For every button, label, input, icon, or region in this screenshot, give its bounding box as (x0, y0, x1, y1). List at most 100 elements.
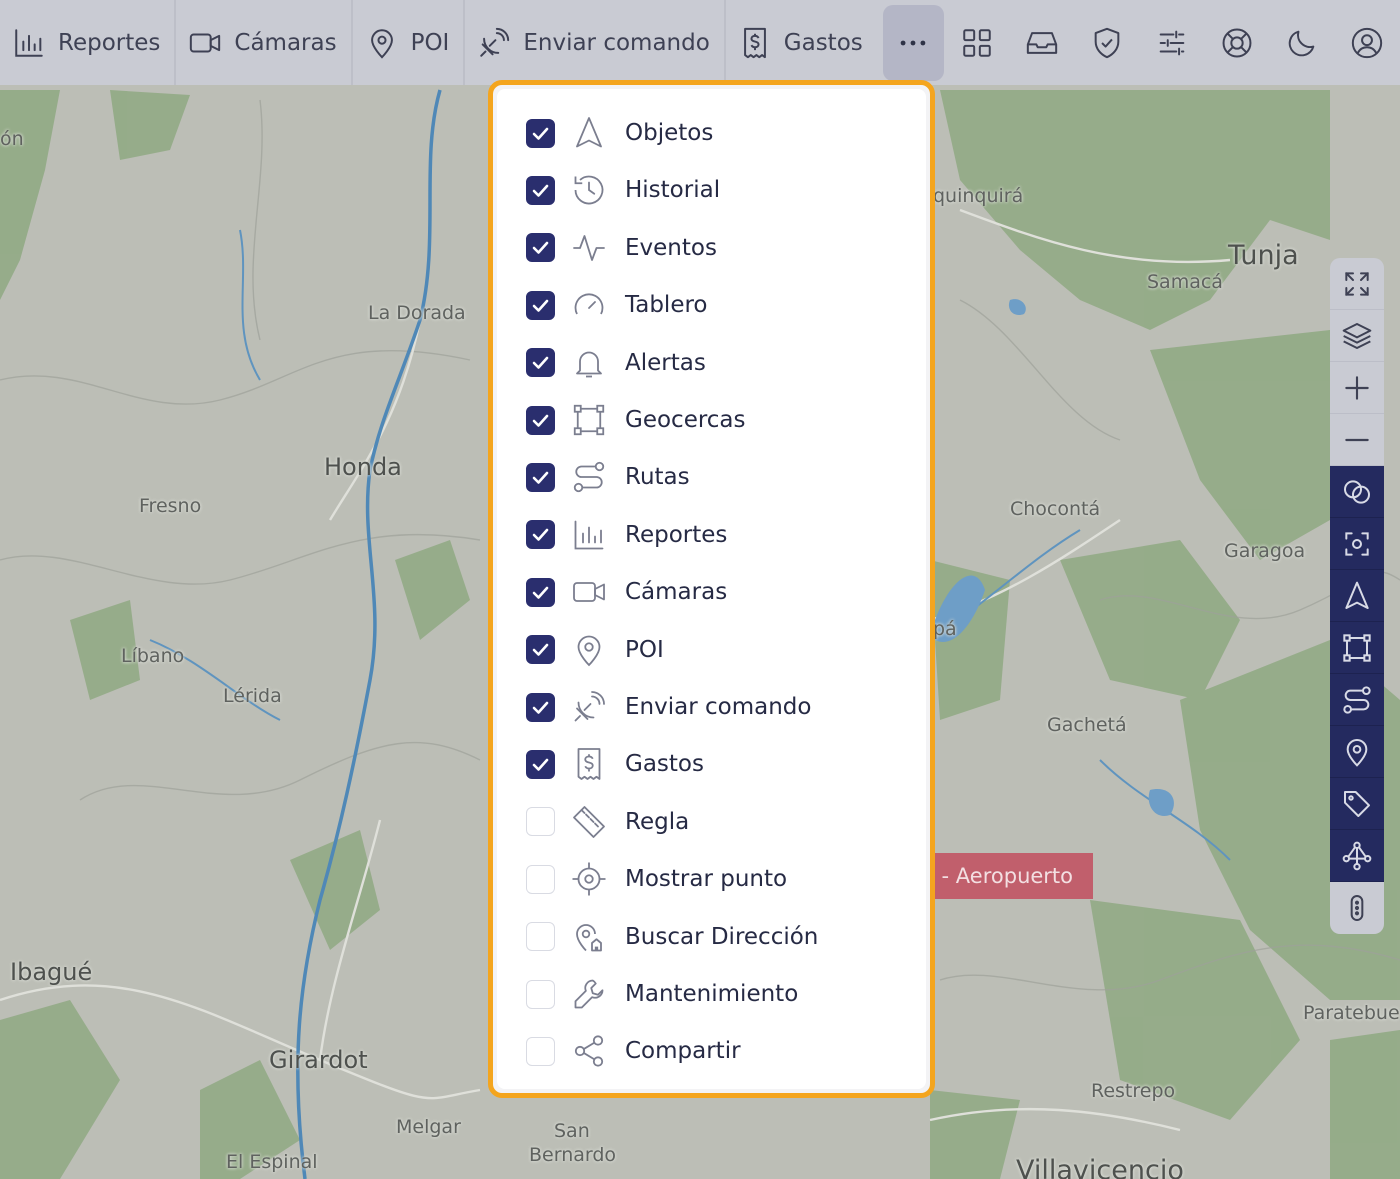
settings-button[interactable] (1140, 0, 1205, 85)
checkbox[interactable] (526, 290, 555, 320)
dropdown-item-label: POI (625, 636, 664, 663)
checkbox[interactable] (526, 864, 555, 894)
map-toggle-objects[interactable] (1330, 570, 1384, 622)
user-circle-icon (1352, 27, 1383, 58)
poi-marker-label[interactable]: a - Aeropuerto (926, 853, 1093, 899)
user-menu-button[interactable] (1335, 0, 1400, 85)
video-camera-icon (190, 33, 221, 52)
dropdown-item-label: Gastos (625, 751, 704, 778)
dropdown-item-regla[interactable]: Regla (497, 797, 926, 847)
moon-icon (1289, 30, 1315, 56)
checkbox[interactable] (526, 635, 555, 665)
map-toggle-geofences[interactable] (1330, 622, 1384, 674)
more-menu-button[interactable] (882, 4, 944, 81)
checkbox[interactable] (526, 692, 555, 722)
checkmark-icon (532, 528, 549, 542)
dropdown-item-label: Mostrar punto (625, 866, 788, 893)
dropdown-item-label: Eventos (625, 234, 717, 261)
fullscreen-button[interactable] (1330, 258, 1384, 310)
map-pin-icon (1346, 738, 1368, 767)
checkbox[interactable] (526, 807, 555, 837)
toolbar-item-camaras[interactable]: Cámaras (176, 0, 353, 85)
dropdown-item-geocercas[interactable]: Geocercas (497, 395, 926, 445)
toolbar-item-poi[interactable]: POI (353, 0, 466, 85)
dropdown-list: Objetos Historial Eventos Tablero Alertas Geo… (497, 89, 926, 1089)
layers-button[interactable] (1330, 310, 1384, 362)
dropdown-item-gastos[interactable]: Gastos (497, 739, 926, 789)
checkbox[interactable] (526, 348, 555, 378)
dropdown-item-mantenimiento[interactable]: Mantenimiento (497, 969, 926, 1019)
checkbox[interactable] (526, 175, 555, 205)
dropdown-item-enviar-comando[interactable]: Enviar comando (497, 682, 926, 732)
zoom-out-button[interactable] (1330, 414, 1384, 466)
dropdown-item-label: Historial (625, 177, 721, 204)
place-label: Bernardo (529, 1144, 617, 1166)
route-icon (571, 459, 607, 495)
checkbox[interactable] (526, 233, 555, 263)
place-label: Tunja (1228, 240, 1299, 271)
dropdown-item-label: Rutas (625, 464, 690, 491)
place-label: Chocontá (1010, 498, 1101, 520)
toolbar-item-enviar-comando[interactable]: Enviar comando (465, 0, 726, 85)
dropdown-item-buscar-dirección[interactable]: Buscar Dirección (497, 912, 926, 962)
checkmark-icon (532, 471, 549, 484)
toolbar-item-reportes[interactable]: Reportes (0, 0, 177, 85)
dropdown-item-mostrar-punto[interactable]: Mostrar punto (497, 854, 926, 904)
map-toggle-routes[interactable] (1330, 674, 1384, 726)
satellite-dish-icon (480, 27, 510, 57)
geofence-icon (571, 402, 607, 438)
grid-icon (963, 28, 992, 57)
toolbar-item-label: POI (410, 29, 450, 56)
checkbox[interactable] (526, 462, 555, 492)
map-toggle-circles[interactable] (1330, 466, 1384, 518)
checkbox[interactable] (526, 749, 555, 779)
dropdown-item-poi[interactable]: POI (497, 625, 926, 675)
map-toggle-focus[interactable] (1330, 518, 1384, 570)
inbox-button[interactable] (1010, 0, 1075, 85)
apps-button[interactable] (945, 0, 1010, 85)
place-label: Villavicencio (1016, 1155, 1184, 1179)
map-toggle-poi[interactable] (1330, 726, 1384, 778)
dropdown-item-label: Alertas (625, 349, 706, 376)
wrench-icon (571, 976, 607, 1012)
dropdown-item-tablero[interactable]: Tablero (497, 280, 926, 330)
zoom-in-button[interactable] (1330, 362, 1384, 414)
dropdown-item-historial[interactable]: Historial (497, 165, 926, 215)
dropdown-item-eventos[interactable]: Eventos (497, 223, 926, 273)
map-toggle-network[interactable] (1330, 830, 1384, 882)
route-icon (1343, 685, 1371, 714)
place-label: pá (933, 618, 957, 640)
security-button[interactable] (1075, 0, 1140, 85)
satellite-dish-icon (571, 689, 607, 725)
dark-mode-button[interactable] (1270, 0, 1335, 85)
checkbox[interactable] (526, 577, 555, 607)
ruler-icon (571, 804, 607, 840)
toolbar-item-gastos[interactable]: Gastos (726, 0, 877, 85)
checkmark-icon (532, 414, 549, 427)
bell-icon (571, 345, 607, 381)
place-label: Restrepo (1091, 1080, 1176, 1102)
dropdown-item-objetos[interactable]: Objetos (497, 108, 926, 158)
shield-check-icon (1095, 27, 1120, 58)
map-more-button[interactable] (1330, 882, 1384, 934)
dropdown-item-reportes[interactable]: Reportes (497, 510, 926, 560)
dropdown-item-alertas[interactable]: Alertas (497, 338, 926, 388)
toolbar-item-label: Reportes (58, 29, 161, 56)
history-icon (571, 172, 607, 208)
help-button[interactable] (1205, 0, 1270, 85)
layers-icon (1342, 322, 1372, 349)
checkbox[interactable] (526, 118, 555, 148)
checkbox[interactable] (526, 979, 555, 1009)
toolbar-item-label: Cámaras (234, 29, 337, 56)
map-toggle-tags[interactable] (1330, 778, 1384, 830)
tag-icon (1344, 790, 1370, 817)
checkmark-icon (532, 184, 549, 197)
dropdown-item-compartir[interactable]: Compartir (497, 1026, 926, 1076)
dropdown-item-rutas[interactable]: Rutas (497, 452, 926, 502)
checkbox[interactable] (526, 405, 555, 435)
checkbox[interactable] (526, 520, 555, 550)
checkbox[interactable] (526, 1036, 555, 1066)
checkbox[interactable] (526, 922, 555, 952)
dropdown-item-cámaras[interactable]: Cámaras (497, 567, 926, 617)
place-label: Paratebue (1303, 1002, 1400, 1024)
